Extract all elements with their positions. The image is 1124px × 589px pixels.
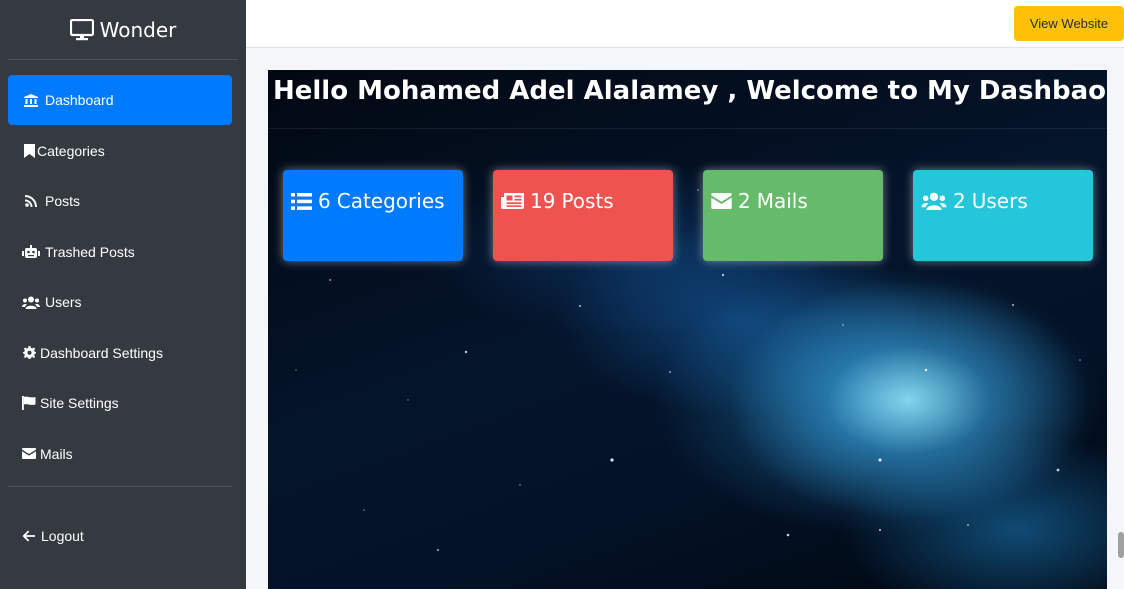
brand-link[interactable]: Wonder bbox=[8, 0, 238, 60]
arrow-left-icon bbox=[22, 530, 38, 542]
sidebar-item-posts[interactable]: Posts bbox=[8, 176, 232, 226]
sidebar-item-site-settings[interactable]: Site Settings bbox=[8, 378, 232, 428]
desktop-icon bbox=[69, 18, 94, 41]
sidebar: Wonder Dashboard Categories Posts Trashe… bbox=[0, 0, 246, 589]
sidebar-item-dashboard[interactable]: Dashboard bbox=[8, 75, 232, 125]
brand-name: Wonder bbox=[99, 17, 177, 42]
envelope-icon bbox=[711, 193, 732, 209]
mails-card[interactable]: 2 Mails bbox=[703, 170, 883, 261]
card-count: 2 bbox=[953, 189, 966, 213]
users-icon bbox=[22, 294, 40, 310]
bookmark-icon bbox=[22, 143, 36, 159]
card-count: 2 bbox=[738, 189, 751, 213]
sidebar-item-dashboard-settings[interactable]: Dashboard Settings bbox=[8, 328, 232, 378]
card-title: 2 Users bbox=[921, 189, 1028, 213]
sidebar-item-mails[interactable]: Mails bbox=[8, 429, 232, 479]
sidebar-divider bbox=[8, 485, 232, 487]
scrollbar-thumb[interactable] bbox=[1118, 532, 1124, 558]
sidebar-nav: Dashboard Categories Posts Trashed Posts… bbox=[0, 75, 246, 479]
card-label: Posts bbox=[561, 189, 614, 213]
rss-icon bbox=[22, 193, 40, 209]
sidebar-item-trashed-posts[interactable]: Trashed Posts bbox=[8, 227, 232, 277]
logout-link[interactable]: Logout bbox=[22, 528, 84, 544]
robot-icon bbox=[22, 244, 40, 260]
categories-card[interactable]: 6 Categories bbox=[283, 170, 463, 261]
card-count: 6 bbox=[318, 189, 331, 213]
welcome-heading: Hello Mohamed Adel Alalamey , Welcome to… bbox=[273, 76, 1107, 106]
users-card[interactable]: 2 Users bbox=[913, 170, 1093, 261]
card-label: Users bbox=[971, 189, 1028, 213]
sidebar-item-label: Dashboard bbox=[45, 92, 114, 108]
galaxy-background bbox=[295, 189, 1081, 552]
content-divider bbox=[268, 128, 1107, 129]
sidebar-item-label: Categories bbox=[37, 142, 105, 159]
logout-label: Logout bbox=[41, 528, 84, 544]
card-title: 2 Mails bbox=[711, 189, 808, 213]
view-website-button[interactable]: View Website bbox=[1014, 6, 1124, 41]
sidebar-item-label: Site Settings bbox=[40, 395, 119, 411]
card-label: Categories bbox=[336, 189, 445, 213]
card-title: 19 Posts bbox=[501, 189, 614, 213]
sidebar-item-label: Posts bbox=[45, 193, 81, 209]
flag-icon bbox=[22, 395, 36, 411]
list-icon bbox=[291, 192, 312, 210]
users-icon bbox=[921, 192, 947, 210]
sidebar-item-label: Users bbox=[45, 294, 82, 310]
sidebar-item-label: Mails bbox=[40, 445, 73, 462]
bank-icon bbox=[22, 92, 40, 108]
sidebar-item-label: Dashboard Settings bbox=[40, 344, 163, 361]
gear-icon bbox=[22, 345, 36, 361]
newspaper-icon bbox=[501, 193, 524, 209]
posts-card[interactable]: 19 Posts bbox=[493, 170, 673, 261]
dashboard-content: Hello Mohamed Adel Alalamey , Welcome to… bbox=[268, 70, 1107, 589]
card-title: 6 Categories bbox=[291, 189, 445, 213]
card-label: Mails bbox=[756, 189, 808, 213]
top-navbar: View Website bbox=[246, 0, 1124, 48]
envelope-icon bbox=[22, 446, 36, 462]
sidebar-item-label: Trashed Posts bbox=[45, 243, 135, 260]
card-count: 19 bbox=[530, 189, 556, 213]
sidebar-item-categories[interactable]: Categories bbox=[8, 126, 232, 176]
sidebar-item-users[interactable]: Users bbox=[8, 277, 232, 327]
